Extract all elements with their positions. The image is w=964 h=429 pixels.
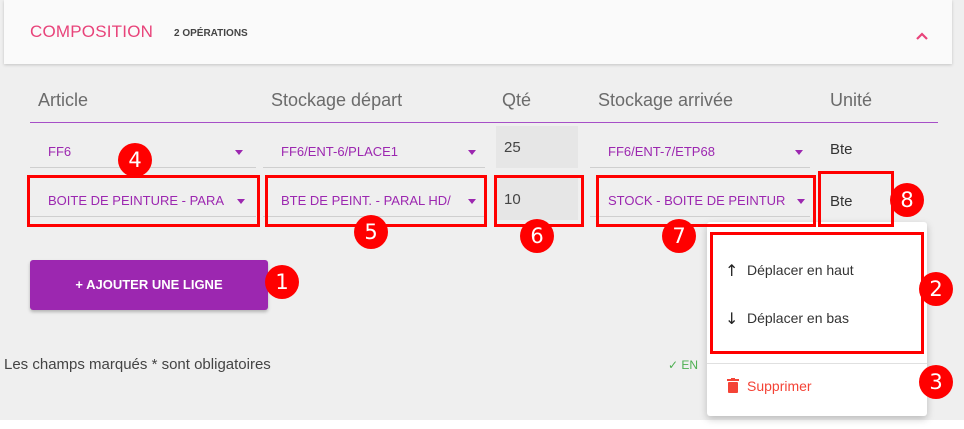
chevron-up-icon[interactable] [910, 26, 934, 46]
annotation-box-unite [818, 171, 894, 227]
annotation-badge-3: 3 [919, 365, 953, 399]
annotation-badge-1: 1 [265, 265, 299, 299]
column-header-stockage-arrivee: Stockage arrivée [598, 90, 734, 110]
annotation-box-article [27, 175, 260, 227]
annotation-box-move [710, 232, 924, 354]
column-header-stockage-depart: Stockage départ [271, 90, 403, 110]
delete-menu-item[interactable]: Supprimer [727, 378, 812, 394]
unit-row1: Bte [830, 141, 853, 158]
annotation-badge-4: 4 [118, 143, 152, 177]
menu-divider [707, 363, 927, 364]
qte-input-row1[interactable]: 25 [496, 126, 578, 168]
arrivee-select-row1[interactable]: FF6/ENT-7/ETP68 [590, 134, 810, 168]
annotation-box-arrivee [596, 175, 816, 227]
column-header-qte: Qté [502, 90, 532, 110]
trash-icon [727, 378, 739, 393]
add-line-button[interactable]: + AJOUTER UNE LIGNE [30, 260, 268, 310]
operations-count: 2 OPÉRATIONS [174, 28, 248, 39]
annotation-badge-6: 6 [520, 219, 554, 253]
column-header-article: Article [38, 90, 89, 110]
dropdown-arrow-icon [235, 150, 243, 155]
required-fields-note: Les champs marqués * sont obligatoires [4, 356, 271, 373]
header-divider [30, 122, 938, 123]
section-title: COMPOSITION [30, 22, 154, 41]
dropdown-arrow-icon [795, 150, 803, 155]
annotation-badge-8: 8 [890, 183, 924, 217]
column-header-unite: Unité [830, 90, 873, 110]
annotation-badge-2: 2 [919, 272, 953, 306]
section-header[interactable]: COMPOSITION 2 OPÉRATIONS [4, 0, 952, 64]
dropdown-arrow-icon [468, 150, 476, 155]
annotation-badge-5: 5 [354, 215, 388, 249]
annotation-badge-7: 7 [662, 219, 696, 253]
save-button-partial[interactable]: ✓ EN [668, 358, 698, 372]
depart-select-row1[interactable]: FF6/ENT-6/PLACE1 [263, 134, 485, 168]
